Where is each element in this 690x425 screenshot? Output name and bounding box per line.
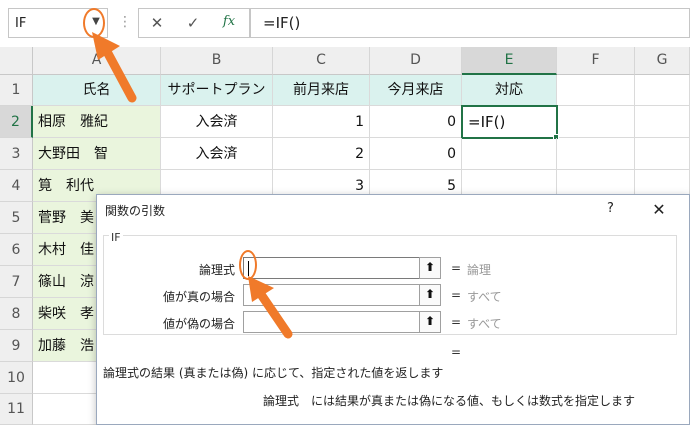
- argument-type-hint: すべて: [467, 290, 502, 304]
- cell-c2[interactable]: 1: [273, 106, 370, 138]
- argument-label-value-if-true: 値が真の場合: [162, 290, 235, 304]
- column-header-c[interactable]: C: [273, 47, 370, 75]
- cell-d1[interactable]: 今月来店: [370, 75, 462, 106]
- row-header-5[interactable]: 5: [0, 202, 33, 234]
- argument-type-hint: 論理: [467, 263, 492, 277]
- name-box-value: IF: [15, 16, 27, 31]
- function-name-label: IF: [109, 231, 123, 244]
- cell-g2[interactable]: [635, 106, 690, 138]
- cell-g1[interactable]: [635, 75, 690, 106]
- dialog-title: 関数の引数: [105, 204, 166, 218]
- row-header-8[interactable]: 8: [0, 298, 33, 330]
- row-header-11[interactable]: 11: [0, 394, 33, 425]
- pointer-arrow-icon: [248, 276, 293, 339]
- collapse-dialog-icon[interactable]: ⬆: [419, 311, 441, 333]
- row-header-7[interactable]: 7: [0, 266, 33, 298]
- pointer-arrow-icon: [92, 32, 137, 103]
- cell-d3[interactable]: 0: [370, 138, 462, 170]
- argument-label-value-if-false: 値が偽の場合: [162, 317, 235, 331]
- column-header-d[interactable]: D: [370, 47, 462, 75]
- function-description: 論理式の結果 (真または偽) に応じて、指定された値を返します: [103, 366, 444, 380]
- cell-c3[interactable]: 2: [273, 138, 370, 170]
- row-header-4[interactable]: 4: [0, 170, 33, 202]
- column-header-b[interactable]: B: [161, 47, 273, 75]
- cell-e1[interactable]: 対応: [462, 75, 557, 106]
- row-header-9[interactable]: 9: [0, 330, 33, 362]
- argument-equals: =: [451, 315, 462, 329]
- cell-f3[interactable]: [557, 138, 635, 170]
- result-equals: =: [451, 345, 462, 359]
- enter-icon[interactable]: ✓: [175, 9, 211, 37]
- argument-label-logical-test: 論理式: [198, 263, 235, 277]
- collapse-dialog-icon[interactable]: ⬆: [419, 284, 441, 306]
- argument-equals: =: [451, 288, 462, 302]
- row-header-3[interactable]: 3: [0, 138, 33, 170]
- cell-g3[interactable]: [635, 138, 690, 170]
- close-icon[interactable]: ✕: [647, 197, 671, 221]
- argument-equals: =: [451, 261, 462, 275]
- cell-a2[interactable]: 相原 雅紀: [33, 106, 161, 138]
- cell-b1[interactable]: サポートプラン: [161, 75, 273, 106]
- cell-c1[interactable]: 前月来店: [273, 75, 370, 106]
- formula-input[interactable]: =IF(): [250, 8, 690, 38]
- cell-f1[interactable]: [557, 75, 635, 106]
- cell-b3[interactable]: 入会済: [161, 138, 273, 170]
- row-header-10[interactable]: 10: [0, 362, 33, 394]
- formula-buttons: ✕ ✓ fx: [138, 8, 250, 38]
- collapse-dialog-icon[interactable]: ⬆: [419, 257, 441, 279]
- insert-function-icon[interactable]: fx: [211, 9, 247, 37]
- row-header-6[interactable]: 6: [0, 234, 33, 266]
- function-arguments-dialog: 関数の引数 ? ✕ IF 論理式 ⬆ = 論理 値が真の場合 ⬆ = すべて 値…: [96, 194, 690, 425]
- column-header-e[interactable]: E: [462, 47, 557, 75]
- select-all-corner[interactable]: [0, 47, 33, 75]
- help-button[interactable]: ?: [607, 201, 614, 216]
- cell-e2-active[interactable]: =IF(): [461, 105, 558, 139]
- row-header-2[interactable]: 2: [0, 106, 33, 138]
- cell-d2[interactable]: 0: [370, 106, 462, 138]
- cell-e3[interactable]: [462, 138, 557, 170]
- column-header-f[interactable]: F: [557, 47, 635, 75]
- row-header-1[interactable]: 1: [0, 75, 33, 106]
- cell-f2[interactable]: [559, 106, 635, 138]
- argument-type-hint: すべて: [467, 317, 502, 331]
- cell-b2[interactable]: 入会済: [161, 106, 273, 138]
- column-header-g[interactable]: G: [635, 47, 690, 75]
- argument-description: 論理式 には結果が真または偽になる値、もしくは数式を指定します: [263, 394, 636, 408]
- cell-a3[interactable]: 大野田 智: [33, 138, 161, 170]
